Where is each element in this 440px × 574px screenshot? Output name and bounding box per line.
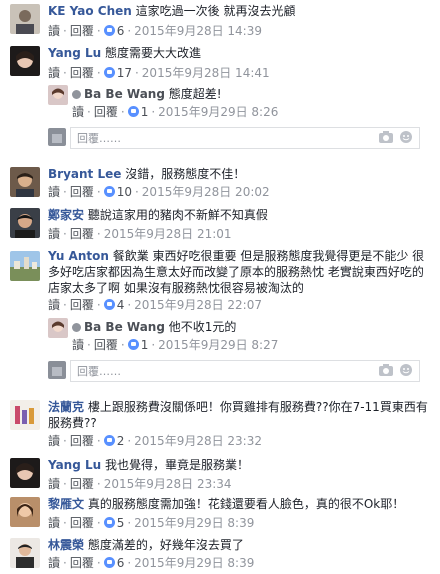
respond-link[interactable]: 回覆 xyxy=(70,227,94,241)
like-icon xyxy=(103,557,115,568)
like-icon xyxy=(103,25,115,36)
comment-text: 這家吃過一次後 就再沒去光顧 xyxy=(135,4,296,18)
respond-link[interactable]: 回覆 xyxy=(94,105,118,119)
avatar[interactable] xyxy=(10,46,40,76)
respond-link[interactable]: 回覆 xyxy=(70,477,94,491)
like-icon xyxy=(103,435,115,446)
badge-icon xyxy=(72,323,81,332)
reply-link[interactable]: 讀 xyxy=(48,556,60,570)
comment-text: 態度滿差的，好幾年沒去買了 xyxy=(87,538,244,552)
like-icon xyxy=(103,517,115,528)
like-count[interactable]: 1 xyxy=(141,338,149,352)
avatar[interactable] xyxy=(10,251,40,281)
commenter-name[interactable]: KE Yao Chen xyxy=(48,4,132,18)
avatar[interactable] xyxy=(10,458,40,488)
commenter-name[interactable]: 法蘭克 xyxy=(48,400,84,414)
avatar[interactable] xyxy=(48,85,68,105)
timestamp[interactable]: 2015年9月29日 8:39 xyxy=(134,556,254,570)
like-icon xyxy=(127,339,139,350)
commenter-name[interactable]: 鄭家安 xyxy=(48,208,84,222)
like-count[interactable]: 4 xyxy=(117,298,125,312)
timestamp[interactable]: 2015年9月28日 14:39 xyxy=(134,24,262,38)
reply-link[interactable]: 讀 xyxy=(48,185,60,199)
avatar[interactable] xyxy=(10,538,40,568)
reply-link[interactable]: 讀 xyxy=(48,227,60,241)
avatar xyxy=(48,361,66,379)
respond-link[interactable]: 回覆 xyxy=(70,556,94,570)
respond-link[interactable]: 回覆 xyxy=(70,185,94,199)
respond-link[interactable]: 回覆 xyxy=(70,24,94,38)
reply-composer[interactable] xyxy=(70,360,420,382)
respond-link[interactable]: 回覆 xyxy=(70,434,94,448)
reply-link[interactable]: 讀 xyxy=(48,516,60,530)
comment-text: 我也覺得，畢竟是服務業！ xyxy=(105,458,250,472)
reply-link[interactable]: 讀 xyxy=(48,66,60,80)
avatar[interactable] xyxy=(48,318,68,338)
commenter-name[interactable]: Ba Be Wang xyxy=(84,320,165,334)
camera-icon[interactable] xyxy=(379,131,393,143)
commenter-name[interactable]: 林震榮 xyxy=(48,538,84,552)
like-icon xyxy=(103,299,115,310)
reply-link[interactable]: 讀 xyxy=(48,24,60,38)
commenter-name[interactable]: Yang Lu xyxy=(48,458,101,472)
commenter-name[interactable]: Yu Anton xyxy=(48,249,109,263)
timestamp[interactable]: 2015年9月28日 23:32 xyxy=(134,434,262,448)
avatar[interactable] xyxy=(10,4,40,34)
timestamp[interactable]: 2015年9月28日 23:34 xyxy=(104,477,232,491)
badge-icon xyxy=(72,90,81,99)
avatar[interactable] xyxy=(10,208,40,238)
comment-text: 聽說這家用的豬肉不新鮮不知真假 xyxy=(87,208,268,222)
commenter-name[interactable]: Bryant Lee xyxy=(48,167,121,181)
comment-text: 沒錯，服務態度不佳！ xyxy=(125,167,246,181)
commenter-name[interactable]: Ba Be Wang xyxy=(84,87,165,101)
reply-link[interactable]: 讀 xyxy=(48,298,60,312)
like-icon xyxy=(127,106,139,117)
comment-text: 真的服務態度需加強！花錢還要看人臉色，真的很不Ok耶！ xyxy=(87,497,405,511)
like-count[interactable]: 1 xyxy=(141,105,149,119)
commenter-name[interactable]: 黎雁文 xyxy=(48,497,84,511)
reply-link[interactable]: 讀 xyxy=(48,477,60,491)
reply-input[interactable] xyxy=(71,361,337,381)
like-count[interactable]: 2 xyxy=(117,434,125,448)
reply-link[interactable]: 讀 xyxy=(72,105,84,119)
respond-link[interactable]: 回覆 xyxy=(70,298,94,312)
timestamp[interactable]: 2015年9月28日 21:01 xyxy=(104,227,232,241)
respond-link[interactable]: 回覆 xyxy=(70,516,94,530)
comment-text: 他不收1元的 xyxy=(168,320,237,334)
like-count[interactable]: 17 xyxy=(117,66,132,80)
avatar[interactable] xyxy=(10,167,40,197)
timestamp[interactable]: 2015年9月29日 8:39 xyxy=(134,516,254,530)
emoji-icon[interactable] xyxy=(399,131,413,143)
like-count[interactable]: 6 xyxy=(117,24,125,38)
reply-link[interactable]: 讀 xyxy=(48,434,60,448)
comment-text: 樓上跟服務費沒關係吧！你買雞排有服務費??你在7-11買東西有服務費?? xyxy=(48,400,428,430)
timestamp[interactable]: 2015年9月28日 20:02 xyxy=(142,185,270,199)
commenter-name[interactable]: Yang Lu xyxy=(48,46,101,60)
avatar[interactable] xyxy=(10,400,40,430)
like-icon xyxy=(103,67,115,78)
respond-link[interactable]: 回覆 xyxy=(94,338,118,352)
reply-input[interactable] xyxy=(71,128,337,148)
timestamp[interactable]: 2015年9月28日 14:41 xyxy=(142,66,270,80)
like-count[interactable]: 5 xyxy=(117,516,125,530)
timestamp[interactable]: 2015年9月29日 8:26 xyxy=(158,105,278,119)
like-count[interactable]: 6 xyxy=(117,556,125,570)
respond-link[interactable]: 回覆 xyxy=(70,66,94,80)
timestamp[interactable]: 2015年9月29日 8:27 xyxy=(158,338,278,352)
comment-text: 態度需要大大改進 xyxy=(105,46,202,60)
like-icon xyxy=(103,186,115,197)
avatar[interactable] xyxy=(10,497,40,527)
like-count[interactable]: 10 xyxy=(117,185,132,199)
avatar xyxy=(48,128,66,146)
reply-link[interactable]: 讀 xyxy=(72,338,84,352)
comment-text: 態度超差! xyxy=(168,87,222,101)
emoji-icon[interactable] xyxy=(399,364,413,376)
reply-composer[interactable] xyxy=(70,127,420,149)
timestamp[interactable]: 2015年9月28日 22:07 xyxy=(134,298,262,312)
camera-icon[interactable] xyxy=(379,364,393,376)
